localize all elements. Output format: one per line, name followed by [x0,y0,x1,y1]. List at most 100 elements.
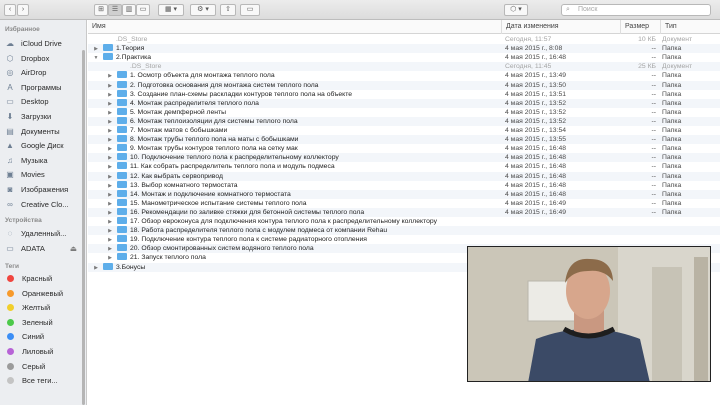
file-row[interactable]: ▶ 14. Монтаж и подключение комнатного тер… [88,189,720,199]
file-size: -- [651,54,656,62]
file-size: -- [651,90,656,98]
cover-flow-button[interactable]: ▭ [136,4,150,16]
folder-icon [117,116,127,124]
back-button[interactable]: ‹ [4,4,16,16]
file-row[interactable]: ▶ 19. Подключение контура теплого пола к … [88,235,720,244]
sidebar-item[interactable]: ⬡ Dropbox [4,52,83,65]
sidebar-item[interactable]: ◙ Изображения [4,183,83,196]
file-row[interactable]: ▶ 13. Выбор комнатного термостата 4 мая 20… [88,180,720,190]
eject-icon[interactable]: ⏏ [70,242,77,255]
arrange-button[interactable]: ▦ ▾ [158,4,184,16]
sidebar-item[interactable]: ▣ Movies [4,168,83,181]
tag-color-dot [7,377,14,385]
sidebar-item-icon: ∞ [7,199,13,209]
disclosure-triangle-icon[interactable]: ▶ [92,264,100,273]
folder-icon [117,135,127,143]
sidebar-item-label: Dropbox [21,53,50,63]
sidebar-header-devices: Устройства [5,217,42,224]
list-view-button[interactable]: ☰ [108,4,122,16]
sidebar-item[interactable]: ∞ Creative Clo... [4,198,83,211]
file-size: -- [651,99,656,107]
file-row[interactable]: ▶ 3. Создание план-схемы раскладки контур… [88,89,720,99]
sidebar-item[interactable]: ▲ Google Диск [4,139,83,152]
file-row[interactable]: ▶ 2. Подготовка основания для монтажа сис… [88,80,720,90]
sidebar-item-label: AirDrop [21,68,47,78]
sidebar-item-label: iCloud Drive [21,39,62,48]
folder-icon [117,235,127,243]
drive-icon: ◌ [7,229,13,238]
file-row[interactable]: ▶ 1.Теория 4 мая 2015 г., 8:08 -- Папка [88,44,720,54]
dropbox-menu-button[interactable]: ⬡ ▾ [504,4,528,16]
sidebar-tag-item[interactable]: Все теги... [4,374,83,387]
file-row[interactable]: .DS_Store Сегодня, 11:57 10 КБ Документ [88,35,720,44]
file-row[interactable]: ▶ 16. Рекомендации по заливке стяжки для … [88,207,720,217]
folder-icon [117,162,127,170]
sidebar-item-label: Серый [22,361,46,371]
sidebar-item-label: Оранжевый [22,288,64,298]
column-kind[interactable]: Тип [660,20,720,34]
column-name[interactable]: Имя [88,20,501,34]
column-date[interactable]: Дата изменения [501,20,620,34]
file-row[interactable]: ▶ 15. Манометрическое испытание системы т… [88,198,720,208]
sidebar-tag-item[interactable]: Оранжевый [4,287,83,300]
search-icon: ⌕ [566,6,570,13]
file-name: 3. Создание план-схемы раскладки контуро… [130,90,353,98]
search-input[interactable]: ⌕ Поиск [561,4,711,16]
sidebar-item-icon: ◙ [7,185,13,194]
file-row[interactable]: ▶ 12. Как выбрать сервопривод 4 мая 2015 г… [88,171,720,181]
sidebar-tag-item[interactable]: Желтый [4,301,83,314]
icon-view-button[interactable]: ⊞ [94,4,108,16]
file-row[interactable]: ▶ 1. Осмотр объекта для монтажа теплого п… [88,71,720,80]
sidebar-tag-item[interactable]: Красный [4,272,83,285]
sidebar-item[interactable]: ▤ Документы [4,125,83,138]
file-size: 25 КБ [638,63,656,71]
column-view-button[interactable]: ▥ [122,4,136,16]
file-row[interactable]: .DS_Store Сегодня, 11:45 25 КБ Документ [88,62,720,72]
file-kind: Папка [662,190,682,198]
file-kind: Папка [662,54,682,62]
file-row[interactable]: ▶ 18. Работа распределителя теплого пола … [88,226,720,236]
sidebar-tag-item[interactable]: Зеленый [4,316,83,329]
share-button[interactable]: ⇧ [220,4,236,16]
sidebar-item-icon: ▭ [6,97,14,107]
file-kind: Папка [662,163,682,171]
file-icon [103,35,113,42]
file-row[interactable]: ▼ 2.Практика 4 мая 2015 г., 16:48 -- Папка [88,53,720,62]
sidebar-item[interactable]: ◎ AirDrop [4,66,83,79]
file-name: .DS_Store [130,63,162,71]
column-size[interactable]: Размер [620,20,660,34]
file-row[interactable]: ▶ 6. Монтаж теплоизоляции для системы теп… [88,116,720,126]
sidebar-tag-item[interactable]: Серый [4,360,83,373]
sidebar-item[interactable]: ☁ iCloud Drive [4,37,83,50]
sidebar-tag-item[interactable]: Лиловый [4,345,83,358]
file-name: 7. Монтаж матов с бобышками [130,127,228,134]
sidebar-tag-item[interactable]: Синий [4,330,83,343]
file-row[interactable]: ▶ 10. Подключение теплого пола к распреде… [88,153,720,163]
tag-button[interactable]: ▭ [240,4,260,16]
sidebar-item[interactable]: ⬇ Загрузки [4,110,83,123]
file-row[interactable]: ▶ 8. Монтаж трубы теплого пола на маты с … [88,135,720,145]
file-row[interactable]: ▶ 11. Как собрать распределитель теплого … [88,162,720,171]
folder-icon [117,180,127,188]
sidebar-device-item[interactable]: ◌ Удаленный... [4,227,83,240]
file-date: Сегодня, 11:45 [505,63,552,71]
file-row[interactable]: ▶ 9. Монтаж трубы контуров теплого пола н… [88,144,720,153]
file-date: 4 мая 2015 г., 16:48 [505,145,567,153]
file-name: 3.Бонусы [116,263,146,271]
file-row[interactable]: ▶ 5. Монтаж демпферной ленты 4 мая 2015 г.… [88,107,720,117]
sidebar-item-icon: ▣ [6,170,14,180]
file-row[interactable]: ▶ 17. Обзор евроконуса для подключения ко… [88,217,720,226]
sidebar-item[interactable]: ♫ Музыка [4,154,83,167]
action-gear-button[interactable]: ⚙ ▾ [190,4,216,16]
folder-icon [103,262,113,270]
sidebar-item[interactable]: ▭ Desktop [4,95,83,108]
forward-button[interactable]: › [17,4,29,16]
file-kind: Папка [662,90,682,98]
file-name: 6. Монтаж теплоизоляции для системы тепл… [130,117,298,125]
sidebar-item-icon: ▤ [6,126,14,136]
sidebar-item[interactable]: A Программы [4,81,83,94]
file-row[interactable]: ▶ 4. Монтаж распределителя теплого пола 4 … [88,98,720,108]
sidebar-device-item[interactable]: ▭ ADATA ⏏ [4,242,83,255]
file-date: 4 мая 2015 г., 13:51 [505,90,567,98]
file-row[interactable]: ▶ 7. Монтаж матов с бобышками 4 мая 2015 г… [88,126,720,135]
